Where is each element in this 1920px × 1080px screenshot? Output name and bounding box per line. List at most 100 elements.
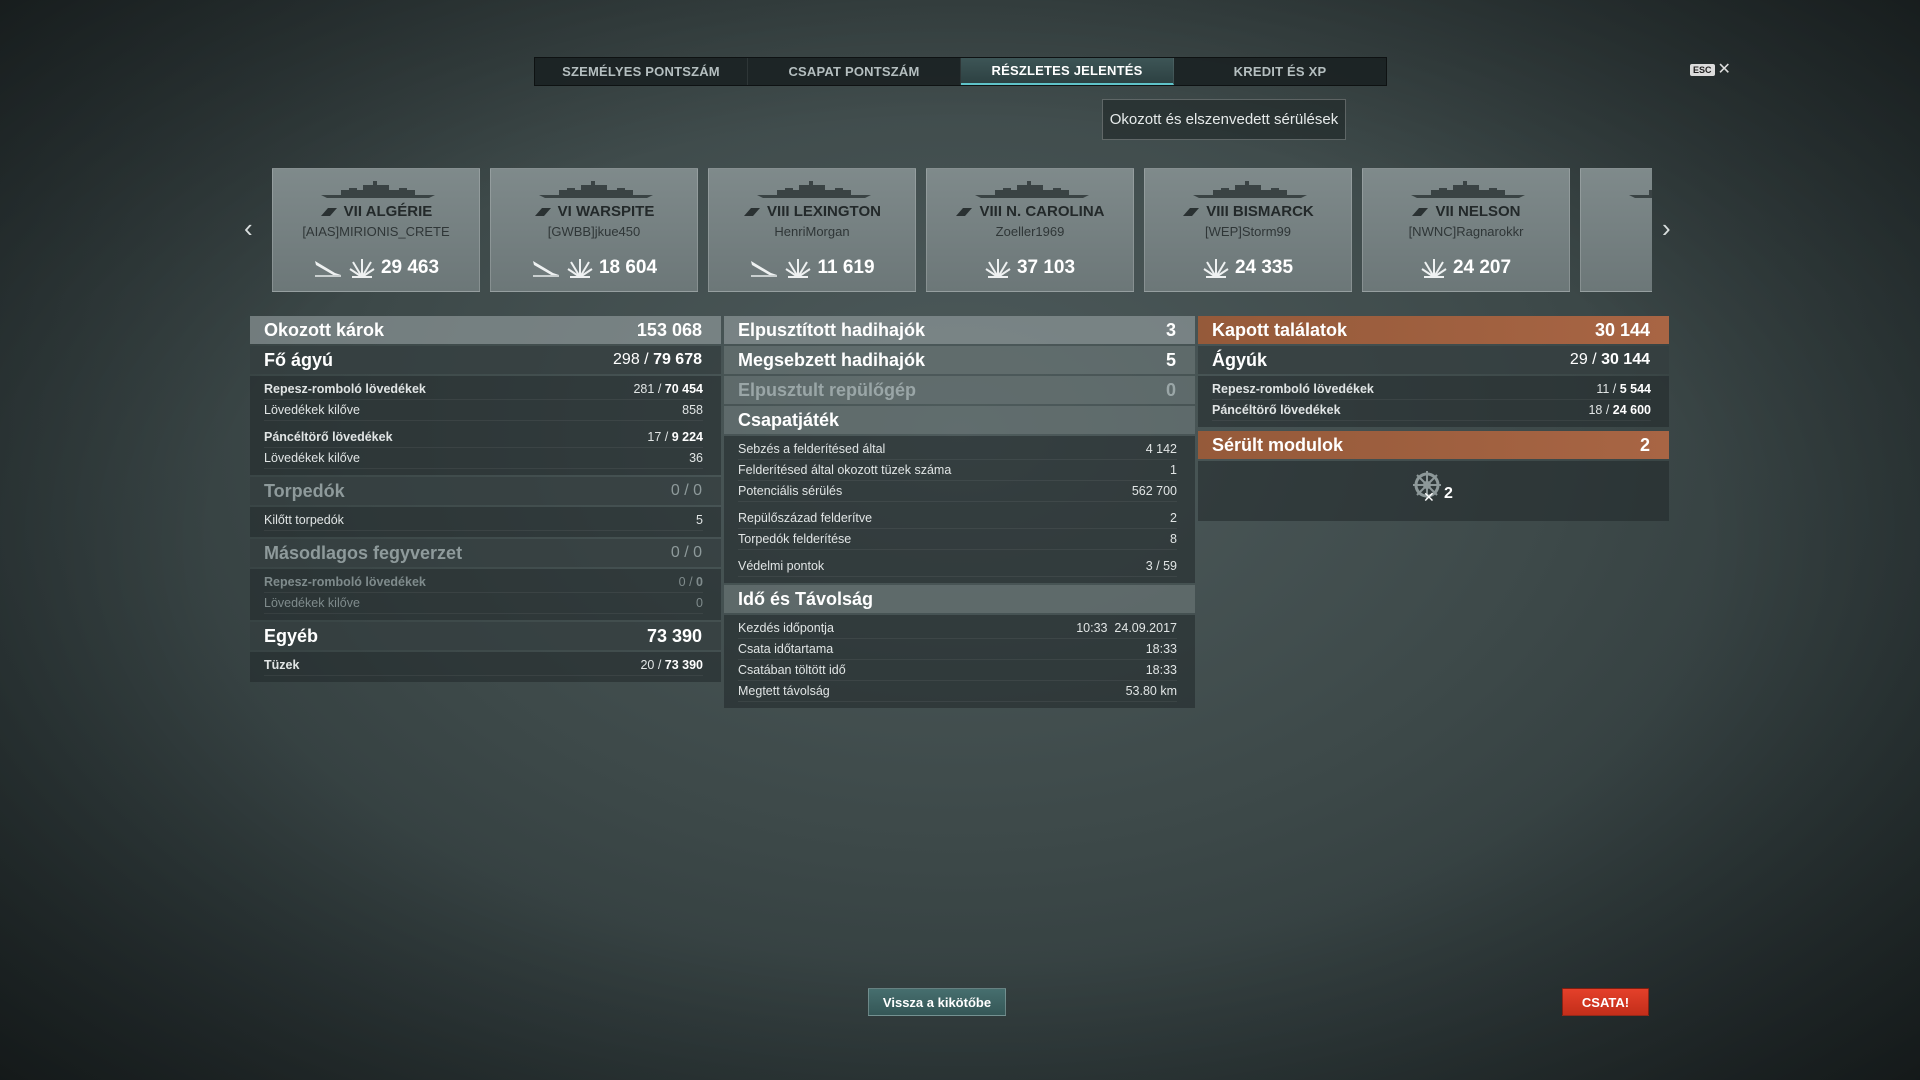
damage-burst-icon: [1203, 259, 1229, 278]
teamplay-label: Potenciális sérülés: [738, 484, 843, 498]
damage-burst-icon: [785, 259, 812, 278]
other-body: Tüzek 20 / 73 390: [250, 652, 721, 682]
secondary-header: Másodlagos fegyverzet 0 / 0: [250, 539, 721, 567]
score-icons: [749, 257, 812, 279]
time-row: Csatában töltött idő 18:33: [738, 660, 1177, 681]
torpedo-damage: 0: [693, 482, 702, 499]
secondary-he-row: Repesz-romboló lövedékek 0 / 0: [264, 572, 703, 593]
secondary-damage: 0: [693, 544, 702, 561]
he-fired-label: Lövedékek kilőve: [264, 403, 360, 417]
ship-name: VIII BISMARCK: [1145, 203, 1351, 220]
main-guns-title: Fő ágyú: [264, 349, 334, 370]
battle-button[interactable]: CSATA!: [1562, 988, 1649, 1016]
tab-credits-xp[interactable]: KREDIT ÉS XP: [1174, 58, 1386, 85]
torpedoes-value: 0 / 0: [670, 482, 702, 499]
ship-title: LEXINGTON: [793, 203, 881, 220]
ship-silhouette-icon: [757, 181, 871, 198]
ship-card[interactable]: VIII BISMARCK [WEP]Storm99 24 335: [1144, 168, 1352, 292]
ships-destroyed-value: 3: [1165, 319, 1176, 340]
received-ap-damage: 24 600: [1612, 403, 1651, 417]
fires-row: Tüzek 20 / 73 390: [264, 655, 703, 676]
received-guns-damage: 30 144: [1601, 351, 1650, 368]
planes-destroyed-value: 0: [1165, 379, 1176, 400]
secondary-body: Repesz-romboló lövedékek 0 / 0 Lövedékek…: [250, 569, 721, 620]
ship-title: NELSON: [1458, 203, 1521, 220]
damage-burst-icon: [1421, 259, 1447, 278]
score-icons: [531, 257, 593, 279]
damaged-modules-body: ✕ 2: [1198, 461, 1669, 521]
teamplay-value: 562 700: [1131, 484, 1177, 498]
score-icons: [1203, 257, 1229, 279]
chevron-left-icon[interactable]: ‹: [244, 213, 253, 244]
back-to-port-button[interactable]: Vissza a kikötőbe: [868, 988, 1006, 1016]
main-guns-value: 298 / 79 678: [613, 351, 702, 368]
torpedoes-fired-row: Kilőtt torpedók 5: [264, 510, 703, 531]
ship-card[interactable]: VIII N. CAROLINA Zoeller1969 37 103: [926, 168, 1134, 292]
teamplay-row: Sebzés a felderítésed által 4 142: [738, 439, 1177, 460]
teamplay-row: Potenciális sérülés 562 700: [738, 481, 1177, 502]
ship-name: VII ALGÉRIE: [273, 203, 479, 220]
ships-damaged-header: Megsebzett hadihajók 5: [724, 346, 1195, 374]
dropdown-selected-value: Okozott és elszenvedett sérülések: [1109, 111, 1339, 128]
ship-name: VIII LEXINGTON: [709, 203, 915, 220]
ship-card[interactable]: VIII LEXINGTON HenriMorgan 11 619: [708, 168, 916, 292]
ship-name: VII NELSON: [1363, 203, 1569, 220]
tab-personal-score[interactable]: SZEMÉLYES PONTSZÁM: [535, 58, 748, 85]
received-ap-hits: 18: [1588, 403, 1603, 417]
teamplay-value: 3 / 59: [1145, 559, 1177, 573]
ship-name: VI WARSPITE: [491, 203, 697, 220]
ship-card[interactable]: [MA: [1580, 168, 1652, 292]
secondary-he-damage: 0: [696, 575, 703, 589]
teamplay-label: Sebzés a felderítésed által: [738, 442, 886, 456]
other-total: 73 390: [646, 625, 702, 646]
damage-received-panel: Kapott találatok 30 144 Ágyúk 29 / 30 14…: [1198, 316, 1669, 521]
time-row: Kezdés időpontja 10:33 24.09.2017: [738, 618, 1177, 639]
received-he-damage: 5 544: [1619, 382, 1651, 396]
cruiser-icon: [320, 208, 337, 217]
ship-title: ALGÉRIE: [365, 203, 433, 220]
damaged-modules-header: Sérült modulok 2: [1198, 431, 1669, 459]
ship-card[interactable]: VII NELSON [NWNC]Ragnarokkr 24 207: [1362, 168, 1570, 292]
received-he-value: 11 / 5 544: [1596, 382, 1651, 396]
battleship-icon: [956, 208, 973, 217]
torpedoes-header: Torpedók 0 / 0: [250, 477, 721, 505]
report-type-dropdown[interactable]: Okozott és elszenvedett sérülések: [1102, 99, 1346, 140]
teamplay-row: Repülőszázad felderítve 2: [738, 508, 1177, 529]
ship-card[interactable]: VI WARSPITE [GWBB]jkue450 18 604: [490, 168, 698, 292]
time-label: Megtett távolság: [738, 684, 830, 698]
battleship-icon: [534, 208, 551, 217]
ship-silhouette-icon: [539, 181, 653, 198]
tab-team-score[interactable]: CSAPAT PONTSZÁM: [748, 58, 961, 85]
received-ap-row: Páncéltörő lövedékek 18 / 24 600: [1212, 400, 1651, 421]
ship-silhouette-icon: [975, 181, 1089, 198]
steering-gear-icon: ✕: [1413, 471, 1441, 505]
secondary-he-value: 0 / 0: [678, 575, 703, 589]
score-icons: [1421, 257, 1447, 279]
ships-destroyed-label: Elpusztított hadihajók: [738, 319, 925, 340]
he-shells-value: 281 / 70 454: [633, 382, 703, 396]
ship-player-name: [WEP]Storm99: [1205, 224, 1291, 239]
time-distance-body: Kezdés időpontja 10:33 24.09.2017 Csata i…: [724, 615, 1195, 708]
ship-score-value: 18 604: [598, 257, 658, 278]
ship-card[interactable]: VII ALGÉRIE [AIAS]MIRIONIS_CRETE 29 463: [272, 168, 480, 292]
fires-value: 20 / 73 390: [640, 658, 703, 672]
tab-detailed-report[interactable]: RÉSZLETES JELENTÉS: [961, 58, 1174, 85]
main-guns-damage: 79 678: [653, 351, 702, 368]
tab-bar: SZEMÉLYES PONTSZÁM CSAPAT PONTSZÁM RÉSZL…: [534, 57, 1387, 86]
ships-damaged-label: Megsebzett hadihajók: [738, 349, 926, 370]
planes-destroyed-label: Elpusztult repülőgép: [738, 379, 916, 400]
chevron-right-icon[interactable]: ›: [1662, 213, 1671, 244]
torpedoes-fired-label: Kilőtt torpedók: [264, 513, 344, 527]
ship-silhouette-icon: [1193, 181, 1307, 198]
ship-player-name: Zoeller1969: [995, 224, 1065, 239]
secondary-fired-value: 0: [696, 596, 703, 610]
fires-label: Tüzek: [264, 658, 300, 672]
teamplay-row: Felderítésed által okozott tüzek száma 1: [738, 460, 1177, 481]
he-shells-label: Repesz-romboló lövedékek: [264, 382, 426, 396]
ship-score-value: 24 335: [1234, 257, 1294, 278]
esc-close-button[interactable]: ESC ✕: [1690, 62, 1731, 78]
teamplay-row: Védelmi pontok 3 / 59: [738, 556, 1177, 577]
ship-score-value: 29 463: [380, 257, 440, 278]
time-row: Megtett távolság 53.80 km: [738, 681, 1177, 702]
svg-text:✕: ✕: [1423, 490, 1435, 505]
